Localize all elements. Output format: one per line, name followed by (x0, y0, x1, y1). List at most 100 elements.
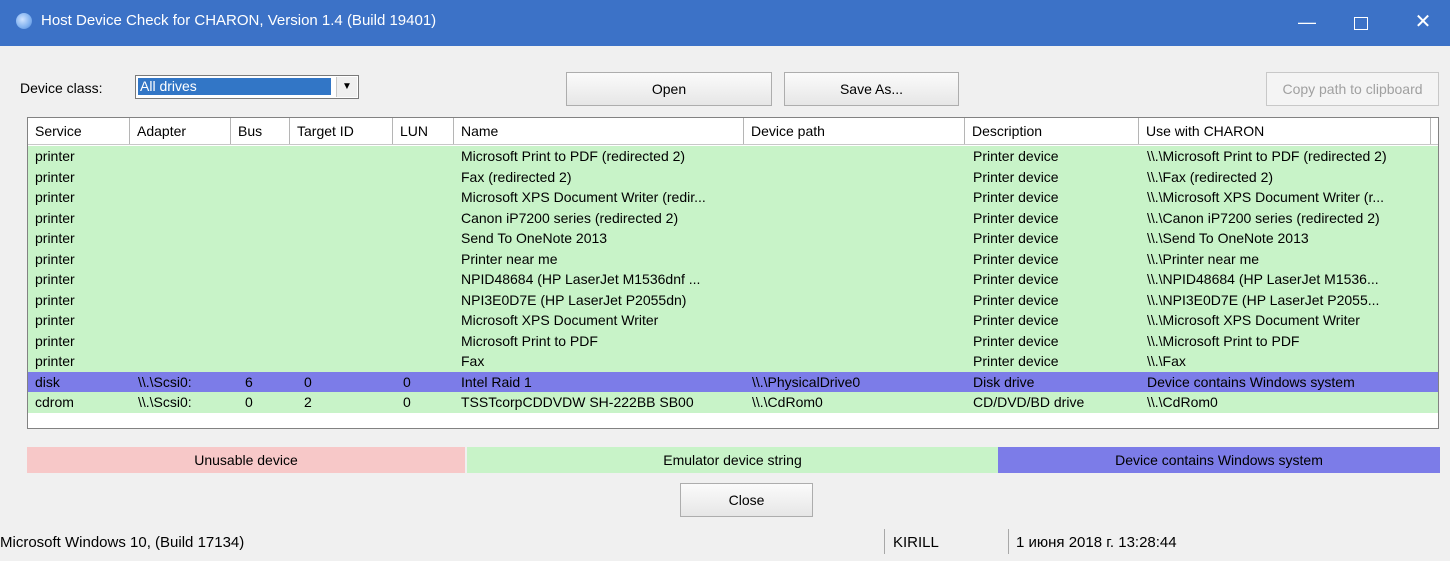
table-row[interactable]: printer Printer near me Printer device \\.\… (28, 248, 1438, 270)
cell-description: Printer device (973, 189, 1059, 205)
table-body: printer Microsoft Print to PDF (redirecte… (28, 146, 1438, 413)
cell-lun (403, 249, 451, 270)
cell-description: Printer device (973, 312, 1059, 328)
cell-lun (403, 146, 451, 167)
cell-name: Microsoft XPS Document Writer (461, 312, 659, 328)
table-row[interactable]: disk \\.\Scsi0: 6 0 0 Intel Raid 1 \\.\Physica… (28, 371, 1438, 392)
device-class-select[interactable]: All drives ▼ (135, 75, 359, 99)
column-header-bus[interactable]: Bus (231, 118, 290, 144)
cell-path: \\.\CdRom0 (752, 394, 823, 410)
cell-service: cdrom (35, 394, 74, 410)
open-button[interactable]: Open (566, 72, 772, 106)
table-row[interactable]: printer NPID48684 (HP LaserJet M1536dnf .… (28, 269, 1438, 290)
cell-service: printer (35, 250, 75, 267)
title-bar: Host Device Check for CHARON, Version 1.… (0, 0, 1450, 46)
table-row[interactable]: printer NPI3E0D7E (HP LaserJet P2055dn) Pr… (28, 289, 1438, 311)
cell-adapter: \\.\Scsi0: (138, 373, 192, 390)
column-header-lun[interactable]: LUN (393, 118, 454, 144)
cell-adapter (138, 351, 228, 372)
column-header-use-with-charon[interactable]: Use with CHARON (1139, 118, 1431, 144)
cell-bus (245, 167, 287, 188)
minimize-icon: — (1298, 12, 1316, 32)
cell-adapter (138, 249, 228, 270)
table-row[interactable]: printer Microsoft XPS Document Writer (re… (28, 187, 1438, 208)
cell-name: Send To OneNote 2013 (461, 230, 608, 246)
cell-bus (245, 310, 287, 331)
cell-path (752, 331, 962, 352)
cell-lun: 0 (403, 373, 411, 390)
cell-description: Printer device (973, 209, 1059, 226)
column-header-device-path[interactable]: Device path (744, 118, 965, 144)
cell-target (304, 228, 390, 249)
table-row[interactable]: cdrom \\.\Scsi0: 0 2 0 TSSTcorpCDDVDW SH-222B… (28, 392, 1438, 413)
status-user: KIRILL (893, 534, 939, 551)
legend-windows-system-device: Device contains Windows system (998, 447, 1440, 473)
cell-use: \\.\Printer near me (1147, 250, 1260, 267)
cell-service: printer (35, 332, 75, 349)
cell-bus (245, 269, 287, 290)
table-row[interactable]: printer Fax (redirected 2) Printer device \… (28, 166, 1438, 188)
cell-target (304, 249, 390, 270)
device-table[interactable]: Service Adapter Bus Target ID LUN Name D… (27, 117, 1439, 429)
table-row[interactable]: printer Fax Printer device \\.\Fax (28, 351, 1438, 372)
cell-name: Printer near me (461, 250, 558, 267)
cell-description: Printer device (973, 168, 1059, 185)
cell-service: printer (35, 189, 75, 205)
cell-path (752, 208, 962, 229)
minimize-button[interactable]: — (1284, 0, 1330, 46)
cell-bus (245, 249, 287, 270)
cell-adapter (138, 146, 228, 167)
maximize-button[interactable] (1338, 0, 1384, 46)
cell-service: printer (35, 230, 75, 246)
cell-service: printer (35, 353, 75, 369)
table-row[interactable]: printer Canon iP7200 series (redirected 2… (28, 207, 1438, 229)
table-row[interactable]: printer Send To OneNote 2013 Printer devic… (28, 228, 1438, 249)
cell-name: Microsoft Print to PDF (redirected 2) (461, 148, 686, 164)
table-row[interactable]: printer Microsoft Print to PDF Printer dev… (28, 330, 1438, 352)
close-icon: ✕ (1414, 11, 1432, 33)
save-as-button[interactable]: Save As... (784, 72, 959, 106)
column-header-description[interactable]: Description (965, 118, 1139, 144)
cell-target (304, 310, 390, 331)
table-header: Service Adapter Bus Target ID LUN Name D… (28, 118, 1438, 145)
cell-service: printer (35, 148, 75, 164)
close-window-button[interactable]: ✕ (1400, 0, 1446, 46)
column-header-service[interactable]: Service (28, 118, 130, 144)
copy-path-button[interactable]: Copy path to clipboard (1266, 72, 1439, 106)
cell-target (304, 167, 390, 188)
cell-target (304, 351, 390, 372)
window-title: Host Device Check for CHARON, Version 1.… (41, 12, 437, 29)
column-header-target-id[interactable]: Target ID (290, 118, 393, 144)
cell-service: printer (35, 312, 75, 328)
cell-description: Printer device (973, 271, 1059, 287)
table-row[interactable]: printer Microsoft XPS Document Writer Prin… (28, 310, 1438, 331)
status-datetime: 1 июня 2018 г. 13:28:44 (1016, 534, 1177, 551)
close-button[interactable]: Close (680, 483, 813, 517)
device-class-label: Device class: (20, 80, 103, 96)
cell-lun (403, 187, 451, 208)
cell-lun: 0 (403, 394, 411, 410)
cell-use: \\.\Fax (1147, 353, 1186, 369)
cell-lun (403, 269, 451, 290)
status-bar: Microsoft Windows 10, (Build 17134) KIRI… (0, 525, 1450, 554)
table-row[interactable]: printer Microsoft Print to PDF (redirecte… (28, 146, 1438, 167)
cell-target: 2 (304, 394, 312, 410)
chevron-down-icon[interactable]: ▼ (336, 77, 357, 97)
cell-description: Printer device (973, 332, 1059, 349)
cell-path (752, 187, 962, 208)
cell-adapter (138, 310, 228, 331)
cell-bus (245, 351, 287, 372)
maximize-icon (1354, 16, 1368, 30)
cell-target: 0 (304, 373, 312, 390)
cell-bus (245, 290, 287, 311)
cell-path (752, 146, 962, 167)
cell-path: \\.\PhysicalDrive0 (752, 373, 861, 390)
column-header-adapter[interactable]: Adapter (130, 118, 231, 144)
cell-service: printer (35, 209, 75, 226)
cell-bus (245, 146, 287, 167)
cell-path (752, 249, 962, 270)
legend-unusable-device: Unusable device (27, 447, 465, 473)
cell-description: Printer device (973, 353, 1059, 369)
column-header-name[interactable]: Name (454, 118, 744, 144)
cell-description: CD/DVD/BD drive (973, 394, 1085, 410)
